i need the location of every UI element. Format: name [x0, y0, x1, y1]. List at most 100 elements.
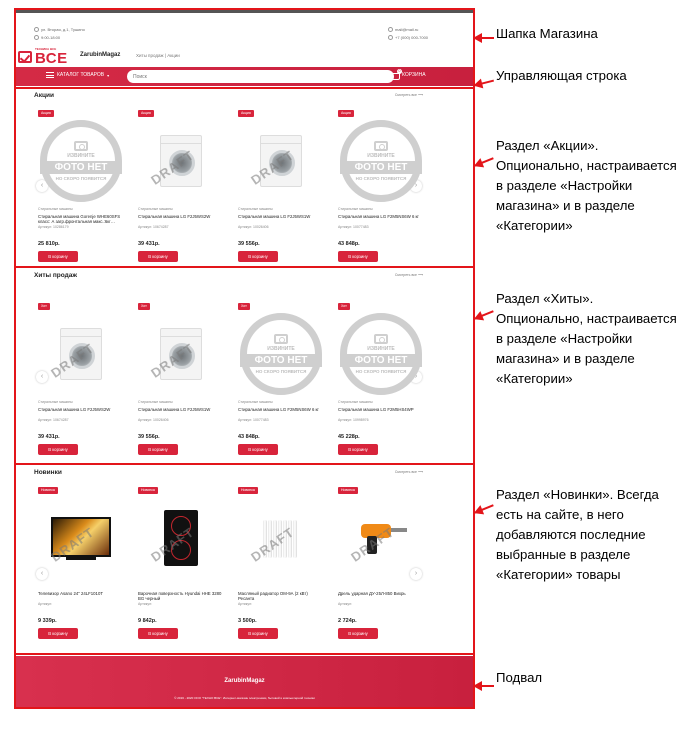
phone-link[interactable]: +7 (000) 000-7000: [388, 35, 428, 40]
product-category: Стиральные машины: [338, 207, 373, 211]
divider-promo: [14, 266, 475, 268]
product-name[interactable]: Стиральная машина LG F2J5WS2W: [38, 407, 124, 412]
product-image[interactable]: ИЗВИНИТЕ ФОТО НЕТ НО СКОРО ПОЯВИТСЯ: [338, 313, 424, 395]
product-badge: Новинка: [338, 487, 358, 494]
add-to-cart-button[interactable]: В корзину: [238, 251, 278, 262]
product-sku: Артикул: 10674287: [38, 418, 69, 422]
product-card[interactable]: Новинка DRAFT Телевизор Asano 24" 24LF10…: [38, 487, 124, 642]
product-category: Стиральные машины: [238, 207, 273, 211]
see-all-link[interactable]: Смотреть все ⟶: [395, 470, 423, 474]
catalog-button[interactable]: КАТАЛОГ ТОВАРОВ ▾: [46, 72, 109, 78]
add-to-cart-button[interactable]: В корзину: [338, 628, 378, 639]
annotation-footer: Подвал: [496, 670, 543, 685]
product-badge: Новинка: [138, 487, 158, 494]
add-to-cart-button[interactable]: В корзину: [238, 628, 278, 639]
cart-button[interactable]: 0 КОРЗИНА: [391, 69, 426, 80]
product-name[interactable]: Стиральная машина LG F2J5WS2W: [138, 214, 224, 219]
add-to-cart-button[interactable]: В корзину: [138, 251, 178, 262]
product-name[interactable]: Телевизор Asano 24" 24LF1010T: [38, 591, 124, 596]
product-image[interactable]: DRAFT: [138, 120, 224, 202]
product-name[interactable]: Стиральная машина LG F2M5NS6W 6 кг: [238, 407, 324, 412]
product-image[interactable]: ИЗВИНИТЕ ФОТО НЕТ НО СКОРО ПОЯВИТСЯ: [238, 313, 324, 395]
add-to-cart-button[interactable]: В корзину: [38, 251, 78, 262]
product-badge: Акция: [138, 110, 154, 117]
add-to-cart-button[interactable]: В корзину: [338, 251, 378, 262]
email-link[interactable]: mail@mail.ru: [388, 27, 418, 32]
product-name[interactable]: Масляный радиатор ОМ-9А (2 кВт) Ресанта: [238, 591, 324, 601]
product-name[interactable]: Стиральная машина LG F2M5NS6W 6 кг: [338, 214, 424, 219]
logo-big-text: ВСЕ: [35, 50, 68, 67]
product-name[interactable]: Стиральная машина LG F2J5WS1W: [238, 214, 324, 219]
product-name[interactable]: Варочная поверхность Hyundai HHE 3280 BG…: [138, 591, 224, 601]
product-sku: Артикул:: [338, 602, 353, 606]
washing-machine-image: [60, 328, 102, 380]
product-image[interactable]: DRAFT: [238, 120, 324, 202]
product-image[interactable]: DRAFT: [38, 313, 124, 395]
footer-copyright: © 2016 - 2020 ООО "ТЕХНО ВСЕ". Интернет-…: [174, 696, 315, 700]
add-to-cart-button[interactable]: В корзину: [38, 628, 78, 639]
product-category: Стиральные машины: [238, 400, 273, 404]
store-logo[interactable]: ТЕХНИКА ВСЕ ВСЕ: [18, 48, 68, 66]
product-card[interactable]: Новинка DRAFT Дрель ударная ДУ-25Л-850 В…: [338, 487, 424, 642]
see-all-link[interactable]: Смотреть все ⟶: [395, 273, 423, 277]
product-image[interactable]: ИЗВИНИТЕ ФОТО НЕТ НО СКОРО ПОЯВИТСЯ: [338, 120, 424, 202]
add-to-cart-button[interactable]: В корзину: [238, 444, 278, 455]
product-name[interactable]: Стиральная машина LG F2J5WS1W: [138, 407, 224, 412]
add-to-cart-button[interactable]: В корзину: [338, 444, 378, 455]
no-photo-placeholder: ИЗВИНИТЕ ФОТО НЕТ НО СКОРО ПОЯВИТСЯ: [340, 120, 422, 202]
product-card[interactable]: Акция DRAFT Стиральные машины Стиральная…: [138, 110, 224, 265]
clock-icon: [34, 35, 39, 40]
product-sku: Артикул: 10998976: [338, 418, 369, 422]
chevron-down-icon: ▾: [107, 72, 110, 78]
product-card[interactable]: Хит ИЗВИНИТЕ ФОТО НЕТ НО СКОРО ПОЯВИТСЯ …: [238, 303, 324, 458]
annotation-header: Шапка Магазина: [496, 26, 598, 41]
product-card[interactable]: Хит DRAFT Стиральные машины Стиральная м…: [138, 303, 224, 458]
product-badge: Новинка: [38, 487, 58, 494]
product-image[interactable]: ИЗВИНИТЕ ФОТО НЕТ НО СКОРО ПОЯВИТСЯ: [38, 120, 124, 202]
product-price: 25 810р.: [38, 241, 60, 247]
product-card[interactable]: Новинка DRAFT Варочная поверхность Hyund…: [138, 487, 224, 642]
product-image[interactable]: DRAFT: [138, 313, 224, 395]
product-badge: Новинка: [238, 487, 258, 494]
product-card[interactable]: Новинка DRAFT Масляный радиатор ОМ-9А (2…: [238, 487, 324, 642]
brand-name[interactable]: ZarubinMagaz: [80, 52, 120, 58]
product-badge: Акция: [38, 110, 54, 117]
add-to-cart-button[interactable]: В корзину: [138, 628, 178, 639]
add-to-cart-button[interactable]: В корзину: [138, 444, 178, 455]
annotation-new: Раздел «Новинки». Всегда есть на сайте, …: [496, 487, 659, 582]
product-card[interactable]: Акция ИЗВИНИТЕ ФОТО НЕТ НО СКОРО ПОЯВИТС…: [38, 110, 124, 265]
camera-icon: [374, 141, 388, 151]
product-image[interactable]: DRAFT: [338, 497, 424, 579]
arrow-right-icon: ⟶: [417, 470, 423, 474]
store-footer: ZarubinMagaz © 2016 - 2020 ООО "ТЕХНО ВС…: [16, 656, 473, 707]
footer-brand[interactable]: ZarubinMagaz: [16, 678, 473, 684]
product-card[interactable]: Акция ИЗВИНИТЕ ФОТО НЕТ НО СКОРО ПОЯВИТС…: [338, 110, 424, 265]
phone-icon: [388, 35, 393, 40]
washing-machine-image: [160, 328, 202, 380]
cart-icon: 0: [391, 69, 402, 80]
annotation-arrow-hits: [474, 310, 494, 320]
product-card[interactable]: Акция DRAFT Стиральные машины Стиральная…: [238, 110, 324, 265]
see-all-link[interactable]: Смотреть все ⟶: [395, 93, 423, 97]
product-image[interactable]: DRAFT: [38, 497, 124, 579]
washing-machine-image: [260, 135, 302, 187]
add-to-cart-button[interactable]: В корзину: [38, 444, 78, 455]
mail-icon: [388, 27, 393, 32]
header-nav-links[interactable]: Хиты продаж | Акции: [136, 53, 180, 58]
product-sku: Артикул: 10026406: [138, 418, 169, 422]
product-name[interactable]: Дрель ударная ДУ-25Л-850 Вихрь: [338, 591, 424, 596]
search-input[interactable]: [127, 70, 394, 83]
product-sku: Артикул:: [138, 602, 153, 606]
product-card[interactable]: Хит ИЗВИНИТЕ ФОТО НЕТ НО СКОРО ПОЯВИТСЯ …: [338, 303, 424, 458]
section-title: Новинки: [34, 469, 62, 476]
product-name[interactable]: Стиральная машина Gorenje WHE60SFS класс…: [38, 214, 124, 224]
product-sku: Артикул:: [238, 602, 253, 606]
product-category: Стиральные машины: [138, 400, 173, 404]
product-image[interactable]: DRAFT: [138, 497, 224, 579]
product-sku: Артикул: 10674287: [138, 225, 169, 229]
product-image[interactable]: DRAFT: [238, 497, 324, 579]
annotation-control-bar: Управляющая строка: [496, 68, 627, 83]
product-name[interactable]: Стиральная машина LG F2M5HS4WP: [338, 407, 424, 412]
product-card[interactable]: Хит DRAFT Стиральные машины Стиральная м…: [38, 303, 124, 458]
drill-image: [355, 520, 407, 556]
